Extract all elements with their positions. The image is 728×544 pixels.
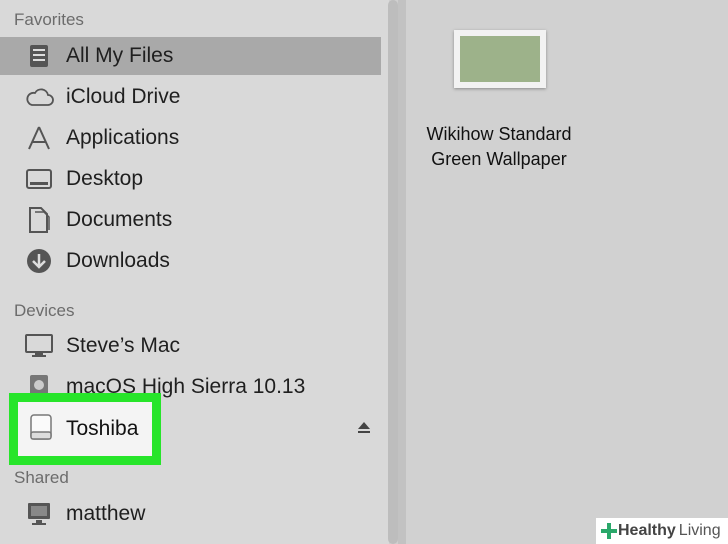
sidebar-item-label: matthew <box>66 502 146 525</box>
sidebar-item-label: Desktop <box>66 167 144 190</box>
external-drive-icon <box>28 413 54 446</box>
sidebar-item-desktop[interactable]: Desktop <box>22 160 381 198</box>
desktop-icon <box>22 164 56 194</box>
devices-header: Devices <box>14 301 75 320</box>
all-files-icon <box>22 41 56 71</box>
file-thumbnail[interactable] <box>454 30 546 88</box>
applications-icon <box>22 123 56 153</box>
sidebar-item-label: Downloads <box>66 249 170 272</box>
sidebar-item-downloads[interactable]: Downloads <box>22 242 381 280</box>
favorites-header: Favorites <box>14 10 84 29</box>
sidebar-item-all-my-files[interactable]: All My Files <box>0 37 381 75</box>
sidebar-item-label: All My Files <box>66 44 174 67</box>
shared-header: Shared <box>14 468 69 487</box>
sidebar-item-label: Toshiba <box>66 417 139 440</box>
documents-icon <box>22 205 56 235</box>
computer-icon <box>22 331 56 361</box>
healthy-living-watermark: Healthy Living <box>596 518 728 544</box>
wallpaper-preview <box>460 36 540 82</box>
plus-icon <box>601 523 617 539</box>
sidebar-item-matthew[interactable]: matthew <box>22 495 381 533</box>
monitor-icon <box>22 499 56 529</box>
watermark-bold-text: Healthy <box>618 522 676 539</box>
eject-icon[interactable] <box>357 421 371 435</box>
sidebar-item-label: Steve’s Mac <box>66 334 180 357</box>
sidebar-item-label: Applications <box>66 126 180 149</box>
file-name-line2: Green Wallpaper <box>431 149 567 169</box>
sidebar-item-label: Documents <box>66 208 173 231</box>
downloads-icon <box>22 246 56 276</box>
sidebar-item-steves-mac[interactable]: Steve’s Mac <box>22 327 381 365</box>
watermark-light-text: Living <box>678 522 721 539</box>
sidebar-item-label: iCloud Drive <box>66 85 181 108</box>
cloud-icon <box>22 82 56 112</box>
file-name-line1: Wikihow Standard <box>426 124 572 144</box>
sidebar-scrollbar[interactable] <box>388 0 398 544</box>
pane-divider[interactable] <box>398 0 406 544</box>
sidebar-item-icloud-drive[interactable]: iCloud Drive <box>22 78 381 116</box>
sidebar-item-applications[interactable]: Applications <box>22 119 381 157</box>
sidebar-item-documents[interactable]: Documents <box>22 201 381 239</box>
file-name-label[interactable]: Wikihow Standard Green Wallpaper <box>404 122 594 172</box>
sidebar-item-toshiba[interactable]: Toshiba <box>18 402 152 456</box>
